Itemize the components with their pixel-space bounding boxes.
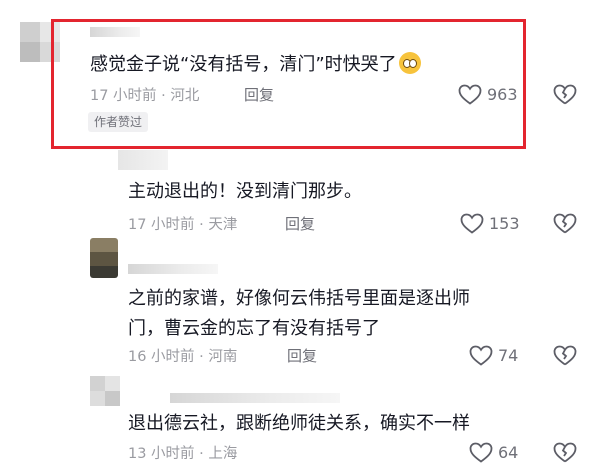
comment-text: 退出德云社，跟断绝师徒关系，确实不一样 bbox=[128, 413, 470, 434]
comment-time-location: 13 小时前 · 上海 bbox=[128, 446, 238, 462]
broken-heart-icon bbox=[553, 213, 577, 234]
like-button[interactable]: 153 bbox=[460, 213, 520, 234]
dislike-button[interactable] bbox=[553, 213, 577, 234]
like-button[interactable]: 74 bbox=[469, 345, 518, 366]
dislike-button[interactable] bbox=[553, 442, 577, 463]
comment-text-line: 门，曹云金的忘了有没有括号了 bbox=[128, 318, 380, 339]
dislike-button[interactable] bbox=[553, 345, 577, 366]
broken-heart-icon bbox=[553, 345, 577, 366]
like-count: 153 bbox=[489, 214, 520, 233]
comment-text-line: 之前的家谱，好像何云伟括号里面是逐出师 bbox=[128, 288, 470, 309]
heart-icon bbox=[460, 213, 484, 234]
reply-button[interactable]: 回复 bbox=[285, 213, 315, 234]
avatar[interactable] bbox=[90, 238, 118, 278]
avatar[interactable] bbox=[90, 376, 120, 406]
reply-button[interactable]: 回复 bbox=[287, 345, 317, 366]
like-count: 74 bbox=[498, 346, 519, 365]
broken-heart-icon bbox=[553, 442, 577, 463]
username-blurred bbox=[128, 264, 218, 274]
comment-text: 之前的家谱，好像何云伟括号里面是逐出师 门，曹云金的忘了有没有括号了 bbox=[128, 284, 470, 344]
heart-icon bbox=[469, 442, 493, 463]
broken-heart-icon bbox=[553, 84, 577, 105]
username-blurred bbox=[170, 393, 340, 403]
highlight-box bbox=[51, 19, 526, 149]
heart-icon bbox=[469, 345, 493, 366]
comment-time-location: 16 小时前 · 河南 bbox=[128, 349, 238, 365]
comment-text: 主动退出的！没到清门那步。 bbox=[128, 181, 362, 202]
like-count: 64 bbox=[498, 443, 519, 462]
dislike-button[interactable] bbox=[553, 84, 577, 105]
avatar[interactable] bbox=[118, 150, 168, 170]
comment-time-location: 17 小时前 · 天津 bbox=[128, 217, 238, 233]
like-button[interactable]: 64 bbox=[469, 442, 518, 463]
